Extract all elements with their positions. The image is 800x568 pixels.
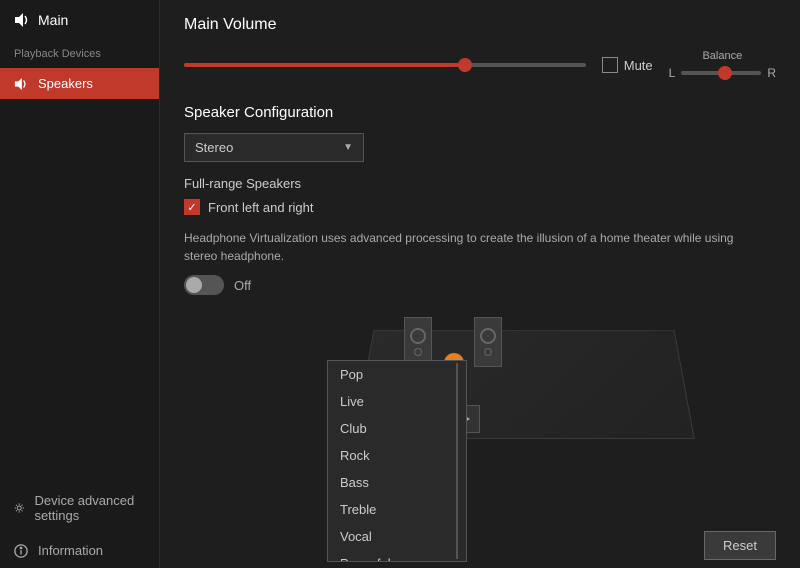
list-item[interactable]: Vocal bbox=[328, 523, 466, 550]
volume-row: Mute Balance L R bbox=[184, 50, 776, 80]
headphone-toggle[interactable] bbox=[184, 275, 224, 295]
speaker-config-selected: Stereo bbox=[195, 140, 233, 155]
front-speakers-label: Front left and right bbox=[208, 200, 314, 215]
balance-slider[interactable] bbox=[681, 71, 761, 75]
sidebar-item-information[interactable]: Information bbox=[0, 533, 159, 568]
list-item[interactable]: Rock bbox=[328, 442, 466, 469]
sidebar-header: Main bbox=[0, 0, 159, 40]
volume-slider[interactable] bbox=[184, 58, 586, 72]
speaker-right-icon bbox=[474, 317, 502, 367]
mute-box: Mute bbox=[602, 57, 653, 73]
balance-row: L R bbox=[669, 66, 776, 80]
equalizer-dropdown[interactable]: PopLiveClubRockBassTrebleVocalPowerfulDa… bbox=[327, 360, 467, 562]
balance-left-label: L bbox=[669, 66, 676, 80]
information-label: Information bbox=[38, 543, 103, 558]
sidebar-item-speakers[interactable]: Speakers bbox=[0, 68, 159, 99]
list-item[interactable]: Treble bbox=[328, 496, 466, 523]
headphone-text: Headphone Virtualization uses advanced p… bbox=[184, 229, 744, 265]
speaker-config-dropdown[interactable]: Stereo ▼ bbox=[184, 133, 364, 162]
volume-title: Main Volume bbox=[184, 16, 776, 34]
balance-right-label: R bbox=[767, 66, 776, 80]
sidebar-bottom: Device advanced settings Information bbox=[0, 483, 159, 568]
list-item[interactable]: Club bbox=[328, 415, 466, 442]
list-item[interactable]: Live bbox=[328, 388, 466, 415]
gear-icon bbox=[14, 501, 24, 515]
device-advanced-label: Device advanced settings bbox=[34, 493, 145, 523]
list-item[interactable]: Bass bbox=[328, 469, 466, 496]
speaker-config-section: Speaker Configuration Stereo ▼ Full-rang… bbox=[184, 104, 776, 215]
sidebar-main-label: Main bbox=[38, 12, 68, 28]
equalizer-list: PopLiveClubRockBassTrebleVocalPowerfulDa… bbox=[328, 361, 466, 561]
volume-section: Main Volume Mute Balance L bbox=[184, 16, 776, 80]
toggle-state-label: Off bbox=[234, 278, 251, 293]
mute-checkbox[interactable] bbox=[602, 57, 618, 73]
balance-label: Balance bbox=[702, 50, 742, 62]
list-item[interactable]: Pop bbox=[328, 361, 466, 388]
toggle-knob bbox=[186, 277, 202, 293]
speaker-icon bbox=[14, 12, 30, 28]
front-speakers-checkbox[interactable]: ✓ bbox=[184, 199, 200, 215]
list-item[interactable]: Powerful bbox=[328, 550, 466, 561]
balance-container: Balance L R bbox=[669, 50, 776, 80]
sidebar-section-playback: Playback Devices bbox=[0, 40, 159, 68]
speaker-config-title: Speaker Configuration bbox=[184, 104, 776, 121]
speaker-small-icon bbox=[14, 77, 28, 91]
main-content: Main Volume Mute Balance L bbox=[160, 0, 800, 568]
reset-button[interactable]: Reset bbox=[704, 531, 776, 560]
mute-label: Mute bbox=[624, 58, 653, 73]
dropdown-arrow-icon: ▼ bbox=[343, 142, 353, 153]
sidebar-item-device-advanced[interactable]: Device advanced settings bbox=[0, 483, 159, 533]
headphone-section: Headphone Virtualization uses advanced p… bbox=[184, 229, 776, 295]
toggle-row: Off bbox=[184, 275, 776, 295]
sidebar: Main Playback Devices Speakers Device ad… bbox=[0, 0, 160, 568]
full-range-row: ✓ Front left and right bbox=[184, 199, 776, 215]
full-range-title: Full-range Speakers bbox=[184, 176, 776, 191]
info-icon bbox=[14, 544, 28, 558]
speakers-label: Speakers bbox=[38, 76, 93, 91]
